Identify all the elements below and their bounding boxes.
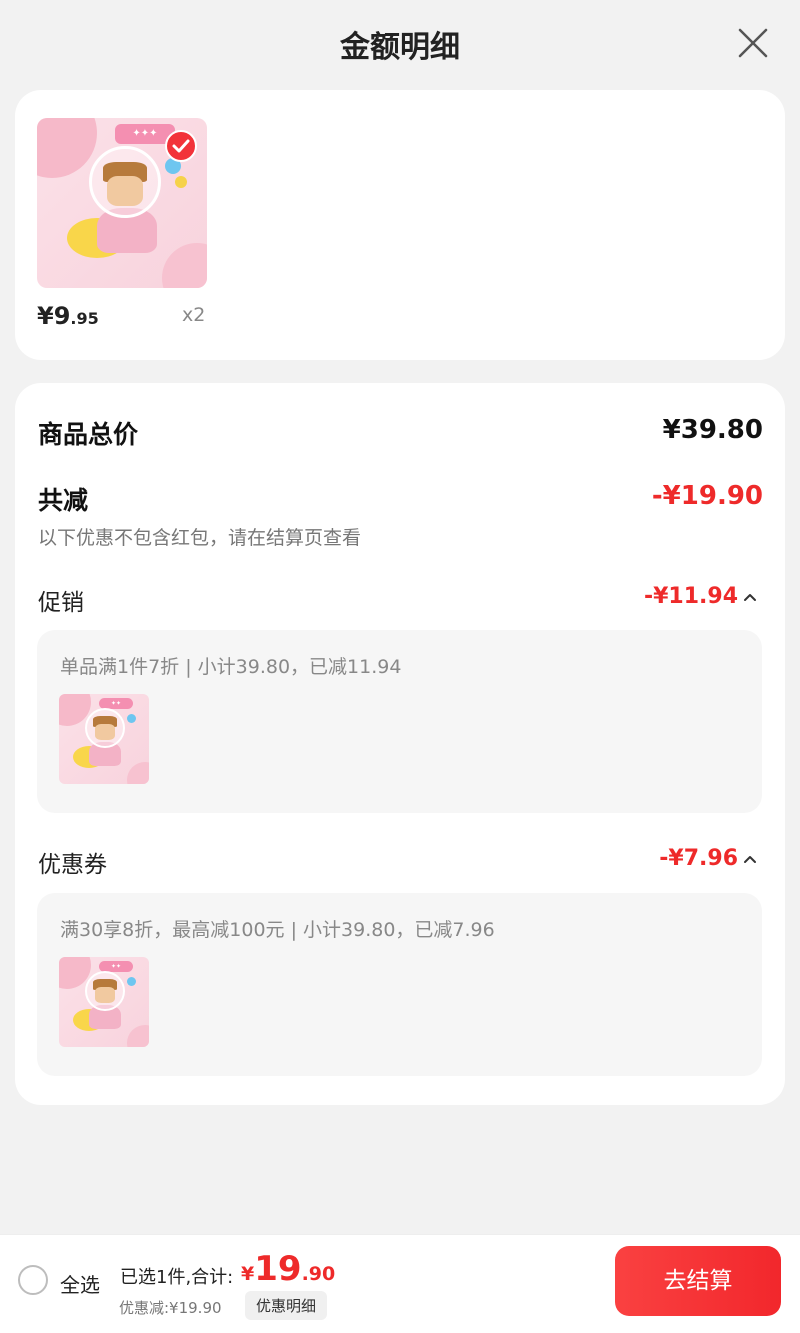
coupon-product-image: ✦✦ [59, 957, 149, 1047]
discount-note: 以下优惠不包含红包，请在结算页查看 [38, 527, 362, 549]
total-integer: 19 [254, 1249, 302, 1289]
total-price-label: 商品总价 [38, 420, 139, 449]
product-card: ✦✦✦ ¥9.95 x2 [15, 90, 785, 360]
promotion-product-image: ✦✦ [59, 694, 149, 784]
coupon-value[interactable]: -¥7.96 [659, 846, 738, 871]
checkout-button[interactable]: 去结算 [615, 1246, 781, 1316]
selected-check-icon[interactable] [165, 130, 197, 162]
promotion-detail-box: 单品满1件7折 | 小计39.80，已减11.94 ✦✦ [37, 630, 762, 813]
header: 金额明细 [0, 0, 800, 90]
product-quantity: x2 [182, 304, 206, 326]
selected-count: 已选1件,合计: [120, 1267, 234, 1288]
total-currency: ¥ [241, 1263, 255, 1285]
total-price-value: ¥39.80 [662, 415, 763, 445]
close-icon[interactable] [736, 26, 770, 60]
select-all-radio[interactable] [18, 1265, 48, 1295]
amount-detail-card: 商品总价 ¥39.80 共减 -¥19.90 以下优惠不包含红包，请在结算页查看… [15, 383, 785, 1105]
chevron-up-icon[interactable] [743, 590, 757, 604]
total-reduce-label: 共减 [38, 486, 89, 515]
promotion-detail-text: 单品满1件7折 | 小计39.80，已减11.94 [60, 656, 402, 678]
coupon-label: 优惠券 [38, 852, 107, 878]
chevron-up-icon[interactable] [743, 852, 757, 866]
price-integer: ¥9 [37, 302, 71, 330]
total-decimal: .90 [301, 1263, 336, 1285]
discount-detail-button[interactable]: 优惠明细 [245, 1291, 328, 1320]
coupon-detail-box: 满30享8折，最高减100元 | 小计39.80，已减7.96 ✦✦ [37, 893, 762, 1076]
promotion-label: 促销 [38, 590, 84, 616]
product-price: ¥9.95 [37, 302, 99, 330]
price-decimal: .95 [70, 309, 99, 328]
promotion-value[interactable]: -¥11.94 [644, 584, 738, 609]
page-title: 金额明细 [340, 30, 460, 65]
select-all-label[interactable]: 全选 [60, 1269, 100, 1298]
discount-summary: 优惠减:¥19.90 [119, 1299, 222, 1317]
total-amount: ¥19.90 [241, 1249, 335, 1289]
coupon-detail-text: 满30享8折，最高减100元 | 小计39.80，已减7.96 [60, 919, 495, 941]
checkout-bar: 全选 已选1件,合计: ¥19.90 优惠减:¥19.90 优惠明细 去结算 [0, 1234, 800, 1333]
total-reduce-value: -¥19.90 [651, 481, 763, 511]
